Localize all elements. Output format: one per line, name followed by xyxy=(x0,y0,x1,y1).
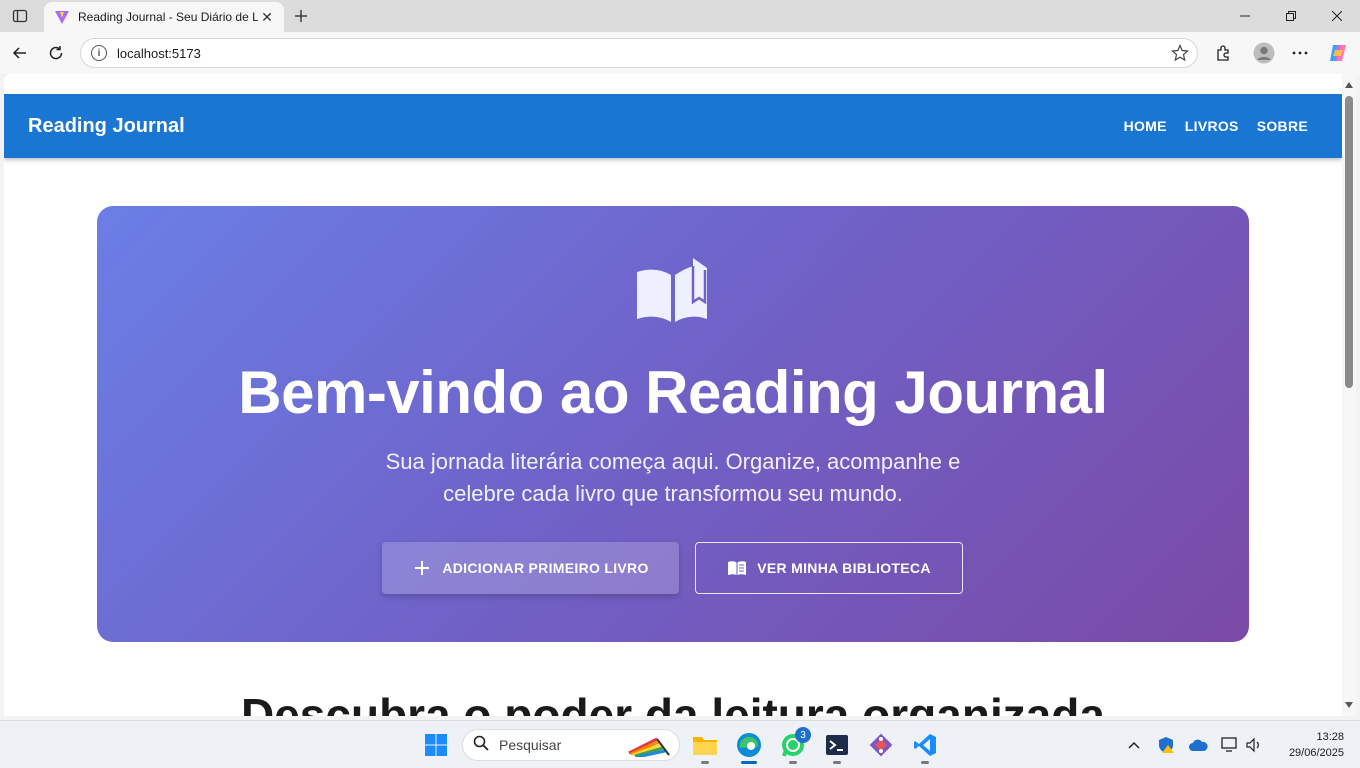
tab-title: Reading Journal - Seu Diário de L xyxy=(78,10,258,24)
view-library-label: VER MINHA BIBLIOTECA xyxy=(757,560,931,576)
extensions-icon[interactable] xyxy=(1210,40,1236,66)
hero-subtitle: Sua jornada literária começa aqui. Organ… xyxy=(385,449,961,506)
favorite-star-icon[interactable] xyxy=(1171,44,1189,62)
site-info-icon[interactable]: i xyxy=(91,45,107,61)
active-indicator xyxy=(741,761,757,764)
taskbar-search[interactable]: Pesquisar xyxy=(462,729,680,761)
new-tab-button[interactable] xyxy=(290,5,312,27)
edge-icon[interactable] xyxy=(733,729,765,764)
address-url[interactable]: localhost:5173 xyxy=(117,46,201,61)
tray-overflow-chevron-icon[interactable] xyxy=(1124,735,1144,755)
tab-actions-icon[interactable] xyxy=(8,4,32,28)
windows-start-icon[interactable] xyxy=(424,733,448,757)
main-nav: HOME LIVROS SOBRE xyxy=(1106,118,1308,134)
back-icon[interactable] xyxy=(7,40,33,66)
taskbar: Pesquisar 3 13:28 29/06/2025 xyxy=(0,720,1360,768)
tab-strip: Reading Journal - Seu Diário de L ✕ xyxy=(0,0,1360,32)
volume-icon[interactable] xyxy=(1244,735,1264,755)
clock-date: 29/06/2025 xyxy=(1288,747,1344,759)
terminal-icon[interactable] xyxy=(821,729,853,764)
app-bar: Reading Journal HOME LIVROS SOBRE xyxy=(4,94,1342,158)
search-highlight-art-icon xyxy=(627,735,671,759)
security-shield-icon[interactable] xyxy=(1156,735,1176,755)
browser-toolbar: i localhost:5173 xyxy=(0,32,1360,74)
restore-icon[interactable] xyxy=(1268,0,1314,32)
add-first-book-button[interactable]: ADICIONAR PRIMEIRO LIVRO xyxy=(382,542,679,594)
tab-close-icon[interactable]: ✕ xyxy=(258,8,276,26)
clock-time: 13:28 xyxy=(1316,731,1344,743)
scroll-thumb[interactable] xyxy=(1345,96,1353,388)
vite-favicon-icon xyxy=(54,9,70,25)
running-indicator xyxy=(789,761,797,764)
hero-title: Bem-vindo ao Reading Journal xyxy=(238,359,1108,426)
scroll-up-icon[interactable] xyxy=(1345,82,1353,88)
copilot-icon[interactable] xyxy=(1325,40,1351,66)
page-scrollbar[interactable] xyxy=(1342,74,1356,716)
close-window-icon[interactable] xyxy=(1314,0,1360,32)
add-first-book-label: ADICIONAR PRIMEIRO LIVRO xyxy=(442,560,649,576)
section-title: Descubra o poder da leitura organizada xyxy=(241,689,1105,716)
scroll-down-icon[interactable] xyxy=(1345,702,1353,708)
minimize-icon[interactable] xyxy=(1222,0,1268,32)
refresh-icon[interactable] xyxy=(43,40,69,66)
profile-avatar-icon[interactable] xyxy=(1251,40,1277,66)
page-viewport: Reading Journal HOME LIVROS SOBRE Bem-vi… xyxy=(4,74,1342,716)
file-explorer-icon[interactable] xyxy=(689,729,721,764)
network-icon[interactable] xyxy=(1220,735,1240,755)
open-book-icon xyxy=(635,258,711,326)
nav-home[interactable]: HOME xyxy=(1124,118,1167,134)
nav-sobre[interactable]: SOBRE xyxy=(1257,118,1308,134)
browser-tab[interactable]: Reading Journal - Seu Diário de L ✕ xyxy=(44,2,284,32)
view-library-button[interactable]: VER MINHA BIBLIOTECA xyxy=(695,542,963,594)
search-icon xyxy=(473,735,489,756)
running-indicator xyxy=(701,761,709,764)
hero-banner: Bem-vindo ao Reading Journal Sua jornada… xyxy=(97,206,1249,642)
plus-icon xyxy=(412,558,432,578)
search-placeholder: Pesquisar xyxy=(499,737,562,753)
more-options-icon[interactable] xyxy=(1287,40,1313,66)
running-indicator xyxy=(921,761,929,764)
nav-livros[interactable]: LIVROS xyxy=(1185,118,1239,134)
whatsapp-icon[interactable]: 3 xyxy=(777,727,811,764)
address-bar[interactable]: i localhost:5173 xyxy=(80,38,1198,68)
menu-book-icon xyxy=(727,558,747,578)
whatsapp-badge: 3 xyxy=(795,727,811,743)
brand-title[interactable]: Reading Journal xyxy=(28,115,185,138)
vscode-icon[interactable] xyxy=(909,729,941,764)
onedrive-cloud-icon[interactable] xyxy=(1188,735,1208,755)
running-indicator xyxy=(833,761,841,764)
git-icon[interactable] xyxy=(865,729,897,761)
system-clock[interactable]: 13:28 29/06/2025 xyxy=(1272,729,1344,761)
